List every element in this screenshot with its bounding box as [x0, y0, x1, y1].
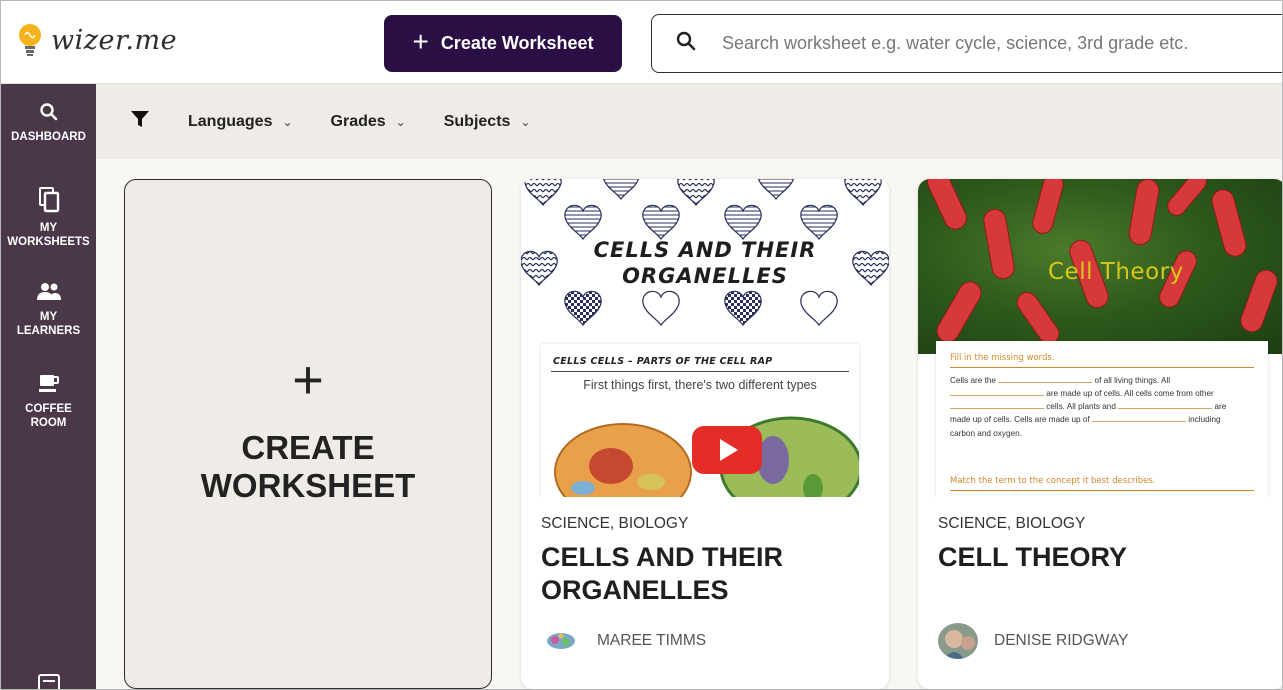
- search-icon: [676, 31, 696, 56]
- video-preview: CELLS CELLS – PARTS OF THE CELL RAP Firs…: [541, 344, 859, 497]
- play-icon: [720, 439, 738, 461]
- people-icon: [36, 282, 62, 310]
- search-bar[interactable]: [651, 14, 1282, 73]
- avatar: [541, 623, 581, 659]
- sidebar-item-label: DASHBOARD: [11, 131, 86, 143]
- sidebar-item-dashboard[interactable]: DASHBOARD: [1, 102, 96, 144]
- filter-bar: Languages ⌄ Grades ⌄ Subjects ⌄: [96, 84, 1282, 159]
- sidebar-item-my-worksheets[interactable]: MY WORKSHEETS: [1, 187, 96, 250]
- worksheet-preview: Fill in the missing words. Cells are the…: [936, 341, 1268, 497]
- youtube-play-button[interactable]: [692, 426, 762, 474]
- author-name: MAREE TIMMS: [597, 632, 707, 649]
- blank-field: [1092, 414, 1186, 423]
- avatar: [938, 623, 978, 659]
- lightbulb-icon: [17, 23, 43, 57]
- worksheet-grid: + CREATE WORKSHEET CELLS AND THEIR ORGAN…: [96, 159, 1282, 689]
- sidebar-item-more[interactable]: [1, 674, 96, 689]
- sheet-text: carbon and oxygen.: [950, 428, 1022, 438]
- chevron-down-icon: ⌄: [282, 114, 293, 129]
- thumbnail-title: CELLS AND THEIR ORGANELLES: [521, 237, 889, 290]
- card-meta: SCIENCE, BIOLOGY CELL THEORY: [918, 497, 1282, 574]
- filter-icon[interactable]: [130, 109, 150, 134]
- sheet-footer: Match the term to the concept it best de…: [950, 476, 1254, 491]
- sheet-text: are: [1214, 402, 1227, 412]
- filter-label: Languages: [188, 112, 273, 130]
- filter-label: Subjects: [443, 112, 511, 130]
- blank-field: [1118, 401, 1213, 410]
- worksheet-card[interactable]: Cell Theory Fill in the missing words. C…: [918, 179, 1282, 689]
- sidebar-item-label: LEARNERS: [16, 325, 81, 338]
- sheet-text: made up of cells. Cells are made up of: [950, 415, 1090, 425]
- hearts-pattern: CELLS AND THEIR ORGANELLES: [521, 179, 889, 354]
- sidebar-item-my-learners[interactable]: MY LEARNERS: [1, 282, 96, 339]
- sheet-instruction: Fill in the missing words.: [950, 353, 1254, 368]
- list-icon: [37, 674, 60, 689]
- filter-label: Grades: [330, 112, 386, 130]
- sheet-heading: CELLS CELLS – PARTS OF THE CELL RAP: [551, 344, 849, 372]
- sheet-text: Cells are the: [950, 376, 996, 385]
- card-author[interactable]: MAREE TIMMS: [541, 623, 706, 659]
- plus-icon: +: [292, 349, 324, 410]
- create-label-line2: WORKSHEET: [200, 467, 416, 504]
- worksheet-thumbnail: CELLS AND THEIR ORGANELLES CELLS CELLS –…: [521, 179, 889, 497]
- bacteria-image: Cell Theory: [918, 179, 1282, 354]
- app-window: wizer.me + Create Worksheet Search works…: [0, 0, 1283, 690]
- filter-subjects[interactable]: Subjects ⌄: [444, 113, 531, 131]
- filter-languages[interactable]: Languages ⌄: [188, 113, 293, 131]
- card-author[interactable]: DENISE RIDGWAY: [938, 623, 1128, 659]
- sidebar-item-label: COFFEE: [25, 403, 72, 415]
- coffee-icon: [38, 374, 60, 402]
- worksheet-thumbnail: Cell Theory Fill in the missing words. C…: [918, 179, 1282, 497]
- blank-field: [998, 375, 1093, 383]
- logo[interactable]: wizer.me: [17, 23, 177, 57]
- create-worksheet-card-label: CREATE WORKSHEET: [201, 429, 416, 506]
- blank-field: [950, 401, 1044, 410]
- copy-icon: [38, 187, 60, 221]
- chevron-down-icon: ⌄: [395, 114, 406, 129]
- create-label-line1: CREATE: [241, 428, 375, 466]
- sheet-text: including: [1188, 415, 1221, 425]
- plus-icon: +: [412, 26, 429, 57]
- search-icon: [39, 102, 59, 130]
- card-meta: SCIENCE, BIOLOGY CELLS AND THEIR ORGANEL…: [521, 497, 889, 607]
- sheet-text: of all living things. All: [1094, 376, 1171, 385]
- sidebar-item-label: MY: [39, 311, 58, 323]
- create-worksheet-card[interactable]: + CREATE WORKSHEET: [124, 179, 492, 689]
- create-worksheet-label: Create Worksheet: [440, 33, 594, 53]
- sidebar-item-coffee-room[interactable]: COFFEE ROOM: [1, 374, 96, 431]
- thumbnail-title: Cell Theory: [1048, 259, 1184, 285]
- logo-text: wizer.me: [51, 24, 178, 56]
- create-worksheet-button[interactable]: + Create Worksheet: [384, 15, 622, 72]
- card-title[interactable]: CELL THEORY: [938, 541, 1266, 574]
- worksheet-card[interactable]: CELLS AND THEIR ORGANELLES CELLS CELLS –…: [521, 179, 889, 689]
- thumbnail-title-line1: CELLS AND THEIR: [593, 238, 817, 262]
- card-subject: SCIENCE, BIOLOGY: [938, 515, 1086, 532]
- author-name: DENISE RIDGWAY: [994, 632, 1129, 649]
- card-subject: SCIENCE, BIOLOGY: [541, 515, 689, 532]
- sidebar-item-label: ROOM: [30, 417, 67, 430]
- filter-grades[interactable]: Grades ⌄: [331, 113, 406, 131]
- sheet-text: cells. All plants and: [1046, 402, 1116, 412]
- thumbnail-title-line2: ORGANELLES: [622, 264, 788, 289]
- sidebar: DASHBOARD MY WORKSHEETS MY LEARNERS COFF…: [1, 84, 96, 689]
- sheet-body: Cells are the of all living things. All …: [950, 374, 1254, 440]
- sidebar-item-label: WORKSHEETS: [7, 236, 90, 249]
- sheet-text: are made up of cells. All cells come fro…: [1046, 389, 1214, 399]
- blank-field: [950, 388, 1044, 397]
- sheet-line: First things first, there's two differen…: [583, 378, 817, 392]
- top-bar: wizer.me + Create Worksheet: [1, 1, 1282, 84]
- sidebar-item-label: MY: [39, 222, 58, 234]
- search-input[interactable]: [722, 33, 1282, 54]
- card-title[interactable]: CELLS AND THEIR ORGANELLES: [541, 541, 869, 607]
- chevron-down-icon: ⌄: [520, 114, 531, 129]
